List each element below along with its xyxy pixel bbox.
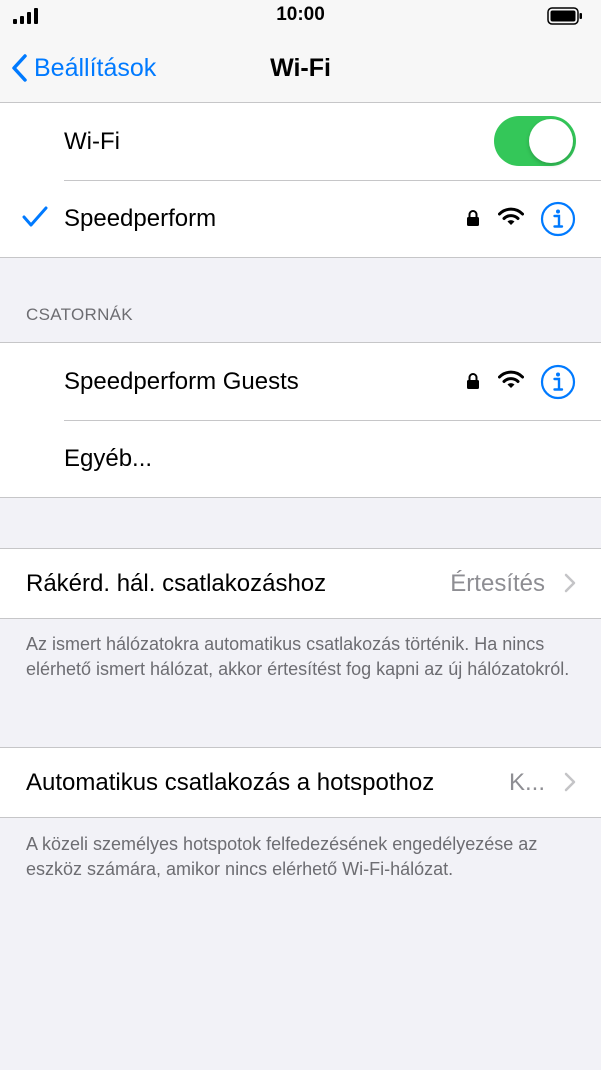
wifi-icon [498, 207, 524, 225]
auto-hotspot-group: Automatikus csatlakozás a hotspothoz K..… [0, 747, 601, 818]
auto-hotspot-row[interactable]: Automatikus csatlakozás a hotspothoz K..… [0, 748, 601, 817]
wifi-group: Wi-Fi Speedperform [0, 102, 601, 258]
status-bar: 10:00 [0, 0, 601, 32]
other-network-row[interactable]: Egyéb... [0, 420, 601, 497]
toggle-knob [529, 119, 573, 163]
chevron-right-icon [564, 573, 576, 593]
wifi-toggle-row: Wi-Fi [0, 103, 601, 180]
nav-bar: Beállítások Wi-Fi [0, 32, 601, 103]
channels-group: Speedperform Guests Egyéb... [0, 342, 601, 498]
ask-to-join-group: Rákérd. hál. csatlakozáshoz Értesítés [0, 548, 601, 619]
network-row[interactable]: Speedperform Guests [0, 343, 601, 420]
auto-hotspot-value: K... [508, 768, 545, 796]
info-icon[interactable] [540, 201, 576, 237]
network-name: Speedperform Guests [64, 367, 299, 395]
auto-hotspot-label: Automatikus csatlakozás a hotspothoz [26, 768, 435, 796]
connected-network-row[interactable]: Speedperform [0, 180, 601, 257]
auto-hotspot-footer: A közeli személyes hotspotok felfedezésé… [26, 834, 538, 879]
info-icon[interactable] [540, 364, 576, 400]
other-network-label: Egyéb... [64, 444, 153, 472]
wifi-toggle[interactable] [494, 116, 576, 166]
ask-to-join-footer: Az ismert hálózatokra automatikus csatla… [26, 634, 570, 679]
wifi-toggle-label: Wi-Fi [64, 127, 120, 155]
status-time: 10:00 [276, 4, 325, 25]
lock-icon [467, 210, 479, 226]
ask-to-join-label: Rákérd. hál. csatlakozáshoz [26, 569, 327, 597]
battery-icon [547, 7, 582, 25]
lock-icon [467, 373, 479, 389]
checkmark-icon [22, 206, 48, 227]
channels-section-header: CSATORNÁK [26, 305, 133, 324]
ask-to-join-row[interactable]: Rákérd. hál. csatlakozáshoz Értesítés [0, 549, 601, 618]
ask-to-join-value: Értesítés [450, 569, 545, 597]
connected-network-name: Speedperform [64, 204, 217, 232]
page-title: Wi-Fi [270, 54, 331, 82]
chevron-right-icon [564, 772, 576, 792]
wifi-icon [498, 370, 524, 388]
